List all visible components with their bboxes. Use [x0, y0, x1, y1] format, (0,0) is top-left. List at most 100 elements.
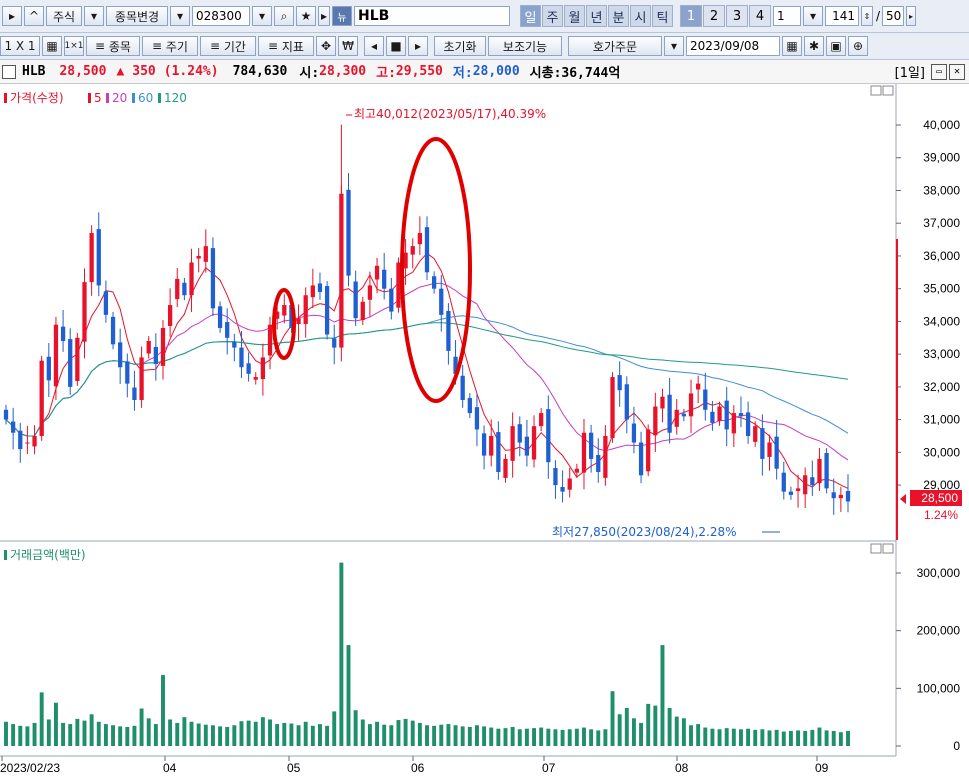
calendar-icon[interactable]: ▦	[782, 36, 802, 56]
number-4[interactable]: 4	[749, 5, 771, 27]
market-dropdown-icon[interactable]: ▾	[84, 6, 104, 26]
total-separator: /	[876, 9, 881, 23]
count-dropdown-icon[interactable]: ▾	[803, 6, 823, 26]
scroll-right-icon[interactable]: ▸	[906, 6, 917, 26]
volume-bar	[582, 727, 586, 746]
volume-bar	[810, 729, 815, 746]
candle-body	[431, 276, 437, 289]
period-hour[interactable]: 시	[630, 5, 651, 27]
volume-bar	[367, 724, 372, 746]
candle-body	[232, 341, 237, 348]
number-1[interactable]: 1	[680, 5, 702, 27]
volume-bar	[389, 725, 394, 746]
reset-button[interactable]: 초기화	[434, 36, 486, 56]
volume-bar	[846, 731, 850, 746]
search-icon[interactable]: ⌕	[274, 6, 294, 26]
candle	[39, 355, 44, 441]
change-stock-button[interactable]: 종목변경	[106, 6, 168, 26]
aux-function-button[interactable]: 보조기능	[488, 36, 562, 56]
period-minute[interactable]: 분	[608, 5, 629, 27]
candle	[210, 237, 216, 317]
code-dropdown-icon[interactable]: ▾	[252, 6, 272, 26]
candle-body	[110, 316, 116, 345]
favorite-star-icon[interactable]: ★	[296, 6, 316, 26]
order-dropdown-icon[interactable]: ▾	[664, 36, 684, 56]
volume-bar	[417, 722, 422, 746]
count-select[interactable]: 1	[773, 6, 801, 26]
grid-icon[interactable]: ▦	[42, 36, 62, 56]
menu-range-button[interactable]: ≡ 기간	[200, 36, 256, 56]
volume-bar	[18, 725, 23, 746]
won-icon[interactable]: ₩	[338, 36, 358, 56]
legend-ma5-swatch	[88, 93, 91, 103]
up-arrow-icon[interactable]: ^	[24, 6, 44, 26]
legend-price: 가격(수정)	[10, 91, 64, 105]
menu-stock-button[interactable]: ≡ 종목	[86, 36, 140, 56]
volume-bar	[53, 702, 58, 746]
volume-bar	[75, 718, 80, 746]
save-screen-icon[interactable]: ▣	[826, 36, 846, 56]
volume-bar	[161, 675, 165, 746]
prev-icon[interactable]: ◂	[364, 36, 384, 56]
volume-bar	[510, 726, 515, 746]
candle-body	[203, 246, 208, 262]
settings-gear-icon[interactable]: ✱	[804, 36, 824, 56]
current-price-label: 28,500	[921, 491, 958, 505]
candle-body	[439, 288, 444, 315]
date-input[interactable]: 2023/09/08	[686, 36, 780, 56]
code-input[interactable]: 028300	[192, 6, 250, 26]
info-name: HLB	[22, 64, 46, 79]
period-year[interactable]: 년	[586, 5, 607, 27]
period-week[interactable]: 주	[542, 5, 563, 27]
period-tick[interactable]: 틱	[652, 5, 673, 27]
menu-period-button[interactable]: ≡ 주기	[142, 36, 198, 56]
legend-ma20: 20	[112, 91, 127, 105]
period-day[interactable]: 일	[520, 5, 541, 27]
period-month[interactable]: 월	[564, 5, 585, 27]
volume-bar	[796, 730, 801, 746]
quote-order-button[interactable]: 호가주문	[568, 36, 662, 56]
price-panel-min-icon[interactable]	[870, 85, 882, 96]
change-stock-dropdown-icon[interactable]: ▾	[170, 6, 190, 26]
stop-icon[interactable]: ■	[386, 36, 406, 56]
volume-ytick-label: 200,000	[917, 624, 961, 638]
volume-bar	[25, 726, 30, 746]
count-spinner-icon[interactable]: ⇕	[861, 6, 873, 26]
chart-area[interactable]: 29,000 30,000 31,000 32,000 33,000 34,000 35,0…	[0, 84, 969, 776]
volume-panel-close-icon[interactable]	[882, 543, 894, 554]
annotation-high: 최고40,012(2023/05/17),40.39%	[354, 107, 546, 121]
menu-indicator-button[interactable]: ≡ 지표	[258, 36, 314, 56]
volume-bar	[824, 730, 829, 746]
star-menu-icon[interactable]: ▸	[318, 6, 330, 26]
candle-body	[246, 363, 251, 374]
count-input[interactable]: 141	[825, 6, 859, 26]
market-select[interactable]: 주식	[46, 6, 82, 26]
candle-body	[496, 432, 501, 472]
move-icon[interactable]: ✥	[316, 36, 336, 56]
info-checkbox[interactable]	[2, 64, 16, 79]
volume-panel-min-icon[interactable]	[870, 543, 882, 554]
candle-body	[745, 412, 751, 436]
volume-bar	[403, 718, 408, 746]
pin-icon[interactable]: ▸	[2, 6, 22, 26]
volume-bar	[496, 728, 501, 746]
number-3[interactable]: 3	[726, 5, 748, 27]
volume-bar	[39, 692, 44, 746]
single-view-icon[interactable]: 1×1	[64, 36, 84, 56]
price-ytick-label: 34,000	[923, 314, 960, 328]
xtick-label: 04	[163, 761, 177, 775]
volume-bar	[710, 728, 715, 746]
price-panel-close-icon[interactable]	[882, 85, 894, 96]
restore-window-icon[interactable]: ▭	[931, 63, 947, 80]
layout-button[interactable]: 1 X 1	[0, 36, 40, 56]
candle-body	[68, 339, 73, 387]
zoom-icon[interactable]: ⊕	[848, 36, 868, 56]
candle-body	[125, 361, 130, 384]
close-window-icon[interactable]: ✕	[949, 63, 965, 80]
candle-body	[831, 492, 836, 499]
number-2[interactable]: 2	[703, 5, 725, 27]
volume-bar	[660, 645, 665, 746]
candle-body	[738, 413, 744, 417]
info-open: 28,300	[319, 64, 367, 79]
next-icon[interactable]: ▸	[408, 36, 428, 56]
